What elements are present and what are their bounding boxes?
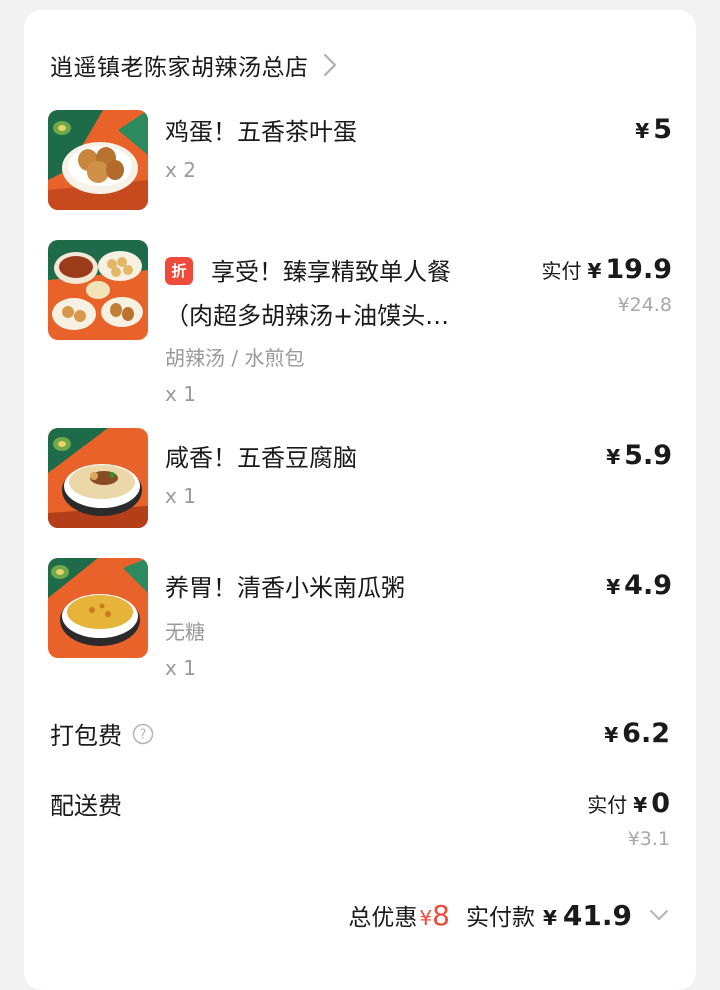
currency-symbol: ¥ [635, 119, 650, 143]
item-price: ¥5.9 [606, 436, 672, 477]
packing-fee-label: 打包费 ? [50, 716, 154, 751]
total-discount-value: 8 [432, 899, 450, 932]
item-quantity: x 1 [165, 382, 196, 406]
order-item-tea-egg[interactable]: 鸡蛋！五香茶叶蛋 x 2 ¥5 [48, 110, 672, 220]
original-price: ¥24.8 [617, 294, 672, 316]
store-name: 逍遥镇老陈家胡辣汤总店 [50, 55, 309, 81]
delivery-fee-value: 实付 ¥0 [587, 784, 670, 825]
currency-symbol: ¥ [604, 723, 619, 747]
svg-text:?: ? [140, 727, 147, 742]
chevron-down-icon[interactable] [648, 908, 670, 922]
delivery-fee-label: 配送费 [50, 786, 122, 821]
item-quantity: x 1 [165, 656, 196, 680]
item-name-line1: 折享受！臻享精致单人餐 [165, 250, 451, 294]
delivery-fee-text: 配送费 [50, 792, 122, 820]
delivery-fee-amount: 0 [651, 788, 670, 819]
help-icon[interactable]: ? [132, 723, 154, 745]
price-label: 实付 [541, 259, 582, 283]
packing-fee-text: 打包费 [50, 722, 122, 750]
currency-symbol: ¥ [419, 906, 433, 930]
porridge-thumbnail [48, 558, 148, 658]
item-price: 实付 ¥19.9 [541, 250, 672, 291]
item-quantity: x 1 [165, 484, 196, 508]
total-discount-label: 总优惠 [348, 905, 418, 931]
amount-paid-label: 实付款 [465, 905, 535, 931]
price-value: 5.9 [624, 440, 672, 471]
item-spec: 胡辣汤 / 水煎包 [165, 346, 305, 370]
packing-fee-value: ¥6.2 [604, 714, 670, 755]
item-price: ¥4.9 [606, 566, 672, 607]
store-link[interactable]: 逍遥镇老陈家胡辣汤总店 [50, 48, 339, 82]
chevron-right-icon [323, 53, 336, 77]
item-name: 鸡蛋！五香茶叶蛋 [165, 118, 357, 146]
price-value: 5 [653, 114, 672, 145]
currency-symbol: ¥ [606, 445, 621, 469]
currency-symbol: ¥ [587, 259, 602, 283]
amount-paid-value: 41.9 [562, 899, 632, 932]
order-item-porridge[interactable]: 养胃！清香小米南瓜粥 无糖 x 1 ¥4.9 [48, 558, 672, 680]
tea-egg-thumbnail [48, 110, 148, 210]
item-name-line2: （肉超多胡辣汤+油馍头… [165, 302, 450, 330]
discount-tag: 折 [165, 257, 193, 285]
currency-symbol: ¥ [633, 793, 648, 817]
item-price: ¥5 [635, 110, 672, 151]
order-item-set-meal[interactable]: 折享受！臻享精致单人餐 （肉超多胡辣汤+油馍头… 胡辣汤 / 水煎包 x 1 实… [48, 240, 672, 406]
order-total-summary: 总优惠 ¥ 8 实付款 ¥ 41.9 [348, 898, 670, 932]
item-name-text: 享受！臻享精致单人餐 [211, 258, 451, 286]
price-value: 19.9 [605, 254, 672, 285]
set-meal-thumbnail [48, 240, 148, 340]
currency-symbol: ¥ [542, 906, 557, 930]
item-name: 养胃！清香小米南瓜粥 [165, 574, 405, 602]
item-name: 咸香！五香豆腐脑 [165, 444, 357, 472]
price-label: 实付 [587, 793, 628, 817]
price-value: 4.9 [624, 570, 672, 601]
tofu-pudding-thumbnail [48, 428, 148, 528]
delivery-original-fee: ¥3.1 [627, 828, 670, 850]
item-quantity: x 2 [165, 158, 196, 182]
order-item-tofu-pudding[interactable]: 咸香！五香豆腐脑 x 1 ¥5.9 [48, 428, 672, 538]
order-card: 逍遥镇老陈家胡辣汤总店 鸡蛋！五香茶叶蛋 x 2 ¥ 5 折 享受！臻享精致单人… [24, 10, 696, 990]
currency-symbol: ¥ [606, 575, 621, 599]
packing-fee-amount: 6.2 [622, 718, 670, 749]
item-spec: 无糖 [165, 620, 205, 644]
